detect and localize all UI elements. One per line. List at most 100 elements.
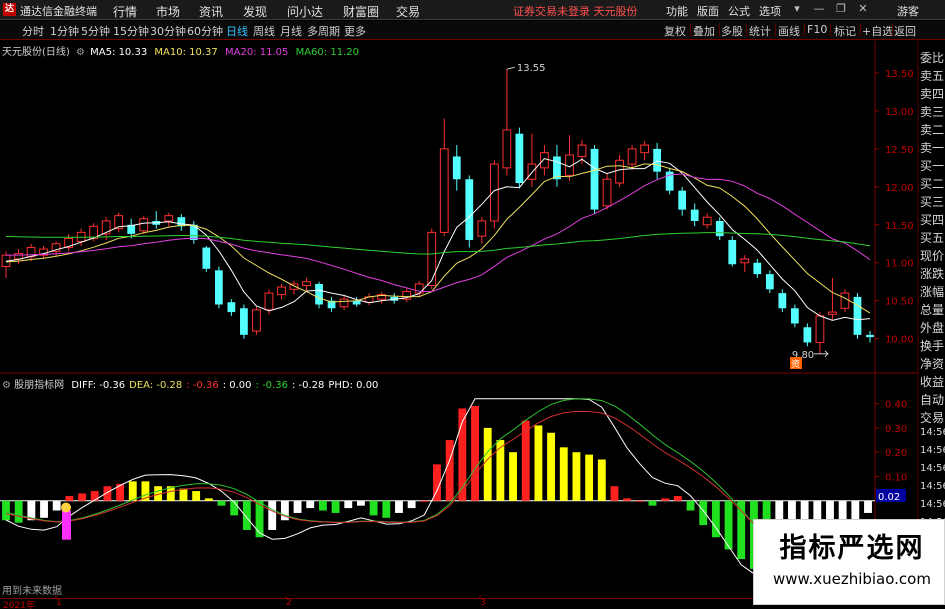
candle-body xyxy=(790,308,799,324)
tab-daily[interactable]: 日线 xyxy=(226,23,248,39)
candle-body xyxy=(14,253,23,260)
macd-bar xyxy=(395,500,403,513)
side-panel-label[interactable]: 14:56 xyxy=(920,499,945,510)
stock-label[interactable]: 天元股份(日线) xyxy=(2,47,70,58)
multi-stock-button[interactable]: 多股 xyxy=(721,23,743,39)
side-panel-label[interactable]: 卖五 xyxy=(920,67,944,84)
tab-more[interactable]: 更多 xyxy=(344,23,366,39)
side-panel-label[interactable]: 总量 xyxy=(920,301,944,318)
candle-body xyxy=(828,311,837,315)
side-panel-label[interactable]: 14:56 xyxy=(920,445,945,456)
menu-market[interactable]: 市场 xyxy=(156,3,180,20)
candle-body xyxy=(715,220,724,237)
mark-button[interactable]: 标记 xyxy=(834,23,856,39)
menu-wealth-circle[interactable]: 财富圈 xyxy=(343,3,379,20)
macd-bar xyxy=(445,440,454,501)
minimize-icon[interactable]: — xyxy=(812,2,826,16)
macd-bar xyxy=(78,493,86,501)
menu-options[interactable]: 选项 xyxy=(759,3,781,19)
menu-quotes[interactable]: 行情 xyxy=(113,3,137,20)
candle-body xyxy=(264,292,274,311)
chart-area[interactable]: 13.50 13.00 12.50 12.00 11.50 11.00 10.50 10.00… xyxy=(0,41,945,598)
ma20-readout: MA20: 11.05 xyxy=(224,47,289,58)
macd-bar xyxy=(420,500,429,502)
side-panel-label[interactable]: 自动 xyxy=(920,391,944,408)
side-panel-label[interactable]: 卖二 xyxy=(920,121,944,138)
macd-bar xyxy=(483,427,492,501)
draw-line-button[interactable]: 画线 xyxy=(778,23,800,39)
side-panel-label[interactable]: 买四 xyxy=(920,211,944,228)
tab-5min[interactable]: 5分钟 xyxy=(81,23,110,39)
overlay-button[interactable]: 叠加 xyxy=(693,23,715,39)
tab-monthly[interactable]: 月线 xyxy=(280,23,302,39)
side-panel-label[interactable]: 14:56 xyxy=(920,463,945,474)
tab-60min[interactable]: 60分钟 xyxy=(187,23,223,39)
tab-30min[interactable]: 30分钟 xyxy=(150,23,186,39)
candle-body xyxy=(465,179,474,240)
add-watchlist-button[interactable]: +自选 xyxy=(862,23,893,39)
tab-multi-period[interactable]: 多周期 xyxy=(307,23,340,39)
tab-1min[interactable]: 1分钟 xyxy=(50,23,79,39)
side-panel-label[interactable]: 涨幅 xyxy=(920,283,944,300)
restore-icon[interactable]: ❐ xyxy=(834,2,848,16)
side-panel-label[interactable]: 买五 xyxy=(920,229,944,246)
candle-body xyxy=(815,315,825,343)
side-panel-label[interactable]: 卖三 xyxy=(920,103,944,120)
candle-body xyxy=(489,163,499,222)
app-title: 通达信金融终端 xyxy=(20,5,97,18)
side-panel-label[interactable]: 交易 xyxy=(920,409,944,426)
date-tick: 2 xyxy=(286,598,292,608)
f10-button[interactable]: F10 xyxy=(807,23,827,36)
adjust-button[interactable]: 复权 xyxy=(664,23,686,39)
indicator-name[interactable]: 股朋指标网 xyxy=(14,380,64,391)
side-panel-label[interactable]: 买二 xyxy=(920,175,944,192)
side-panel-label[interactable]: 14:56 xyxy=(920,481,945,492)
side-panel-label[interactable]: 卖一 xyxy=(920,139,944,156)
candle-body xyxy=(577,144,587,157)
side-panel-label[interactable]: 收益 xyxy=(920,373,944,390)
tab-intraday[interactable]: 分时 xyxy=(22,23,44,39)
watermark: 指标严选网 www.xuezhibiao.com xyxy=(753,519,945,605)
menu-trade[interactable]: 交易 xyxy=(396,3,420,20)
menu-news[interactable]: 资讯 xyxy=(199,3,223,20)
side-panel-label[interactable]: 外盘 xyxy=(920,319,944,336)
settings-gear-icon[interactable]: ⚙ xyxy=(76,47,85,58)
statistics-button[interactable]: 统计 xyxy=(749,23,771,39)
candle-body xyxy=(477,220,487,237)
side-panel-label[interactable]: 买三 xyxy=(920,193,944,210)
signal-face-icon xyxy=(61,502,71,513)
tab-15min[interactable]: 15分钟 xyxy=(113,23,149,39)
menu-layout[interactable]: 版面 xyxy=(697,3,719,19)
macd-bar xyxy=(635,500,644,502)
macd-bar xyxy=(116,483,125,501)
macd-bar xyxy=(192,491,201,501)
side-panel-label[interactable]: 净资 xyxy=(920,355,944,372)
side-panel-label[interactable]: 委比 xyxy=(920,49,944,66)
side-panel-label[interactable]: 换手 xyxy=(920,337,944,354)
side-panel-label[interactable]: 涨跌 xyxy=(920,265,944,282)
side-panel-label[interactable]: 现价 xyxy=(920,247,944,264)
side-panel-label[interactable]: 买一 xyxy=(920,157,944,174)
toolbar-divider xyxy=(690,23,691,37)
side-panel-label[interactable]: 卖四 xyxy=(920,85,944,102)
login-notice[interactable]: 证券交易未登录 天元股份 xyxy=(513,3,638,19)
menu-discover[interactable]: 发现 xyxy=(243,3,267,20)
menu-functions[interactable]: 功能 xyxy=(666,3,688,19)
side-panel: 委比 卖五 卖四 卖三 卖二 卖一 买一 买二 买三 买四 买五 现价 涨跌 涨幅 总量 外盘 换手 净资 收益 自动… xyxy=(918,41,945,598)
guest-user[interactable]: 游客 xyxy=(897,3,919,19)
chart-svg[interactable]: 13.50 13.00 12.50 12.00 11.50 11.00 10.50 10.00… xyxy=(0,41,945,598)
macd-bar xyxy=(509,452,517,501)
menu-formula[interactable]: 公式 xyxy=(728,3,750,19)
close-icon[interactable]: ✕ xyxy=(856,2,870,16)
indicator-tick-label: 0.40 xyxy=(885,400,907,411)
tab-weekly[interactable]: 周线 xyxy=(253,23,275,39)
macd-bar xyxy=(471,406,479,501)
price-tick-label: 12.00 xyxy=(885,183,914,194)
side-panel-label[interactable]: 14:56 xyxy=(920,427,945,438)
dropdown-icon[interactable]: ▾ xyxy=(790,2,804,16)
high-marker-label: 13.55 xyxy=(517,63,546,74)
indicator-gear-icon[interactable]: ⚙ xyxy=(2,380,11,391)
macd-bar xyxy=(661,498,670,501)
menu-ask-assistant[interactable]: 问小达 xyxy=(287,3,323,20)
back-button[interactable]: 返回 xyxy=(894,23,916,39)
